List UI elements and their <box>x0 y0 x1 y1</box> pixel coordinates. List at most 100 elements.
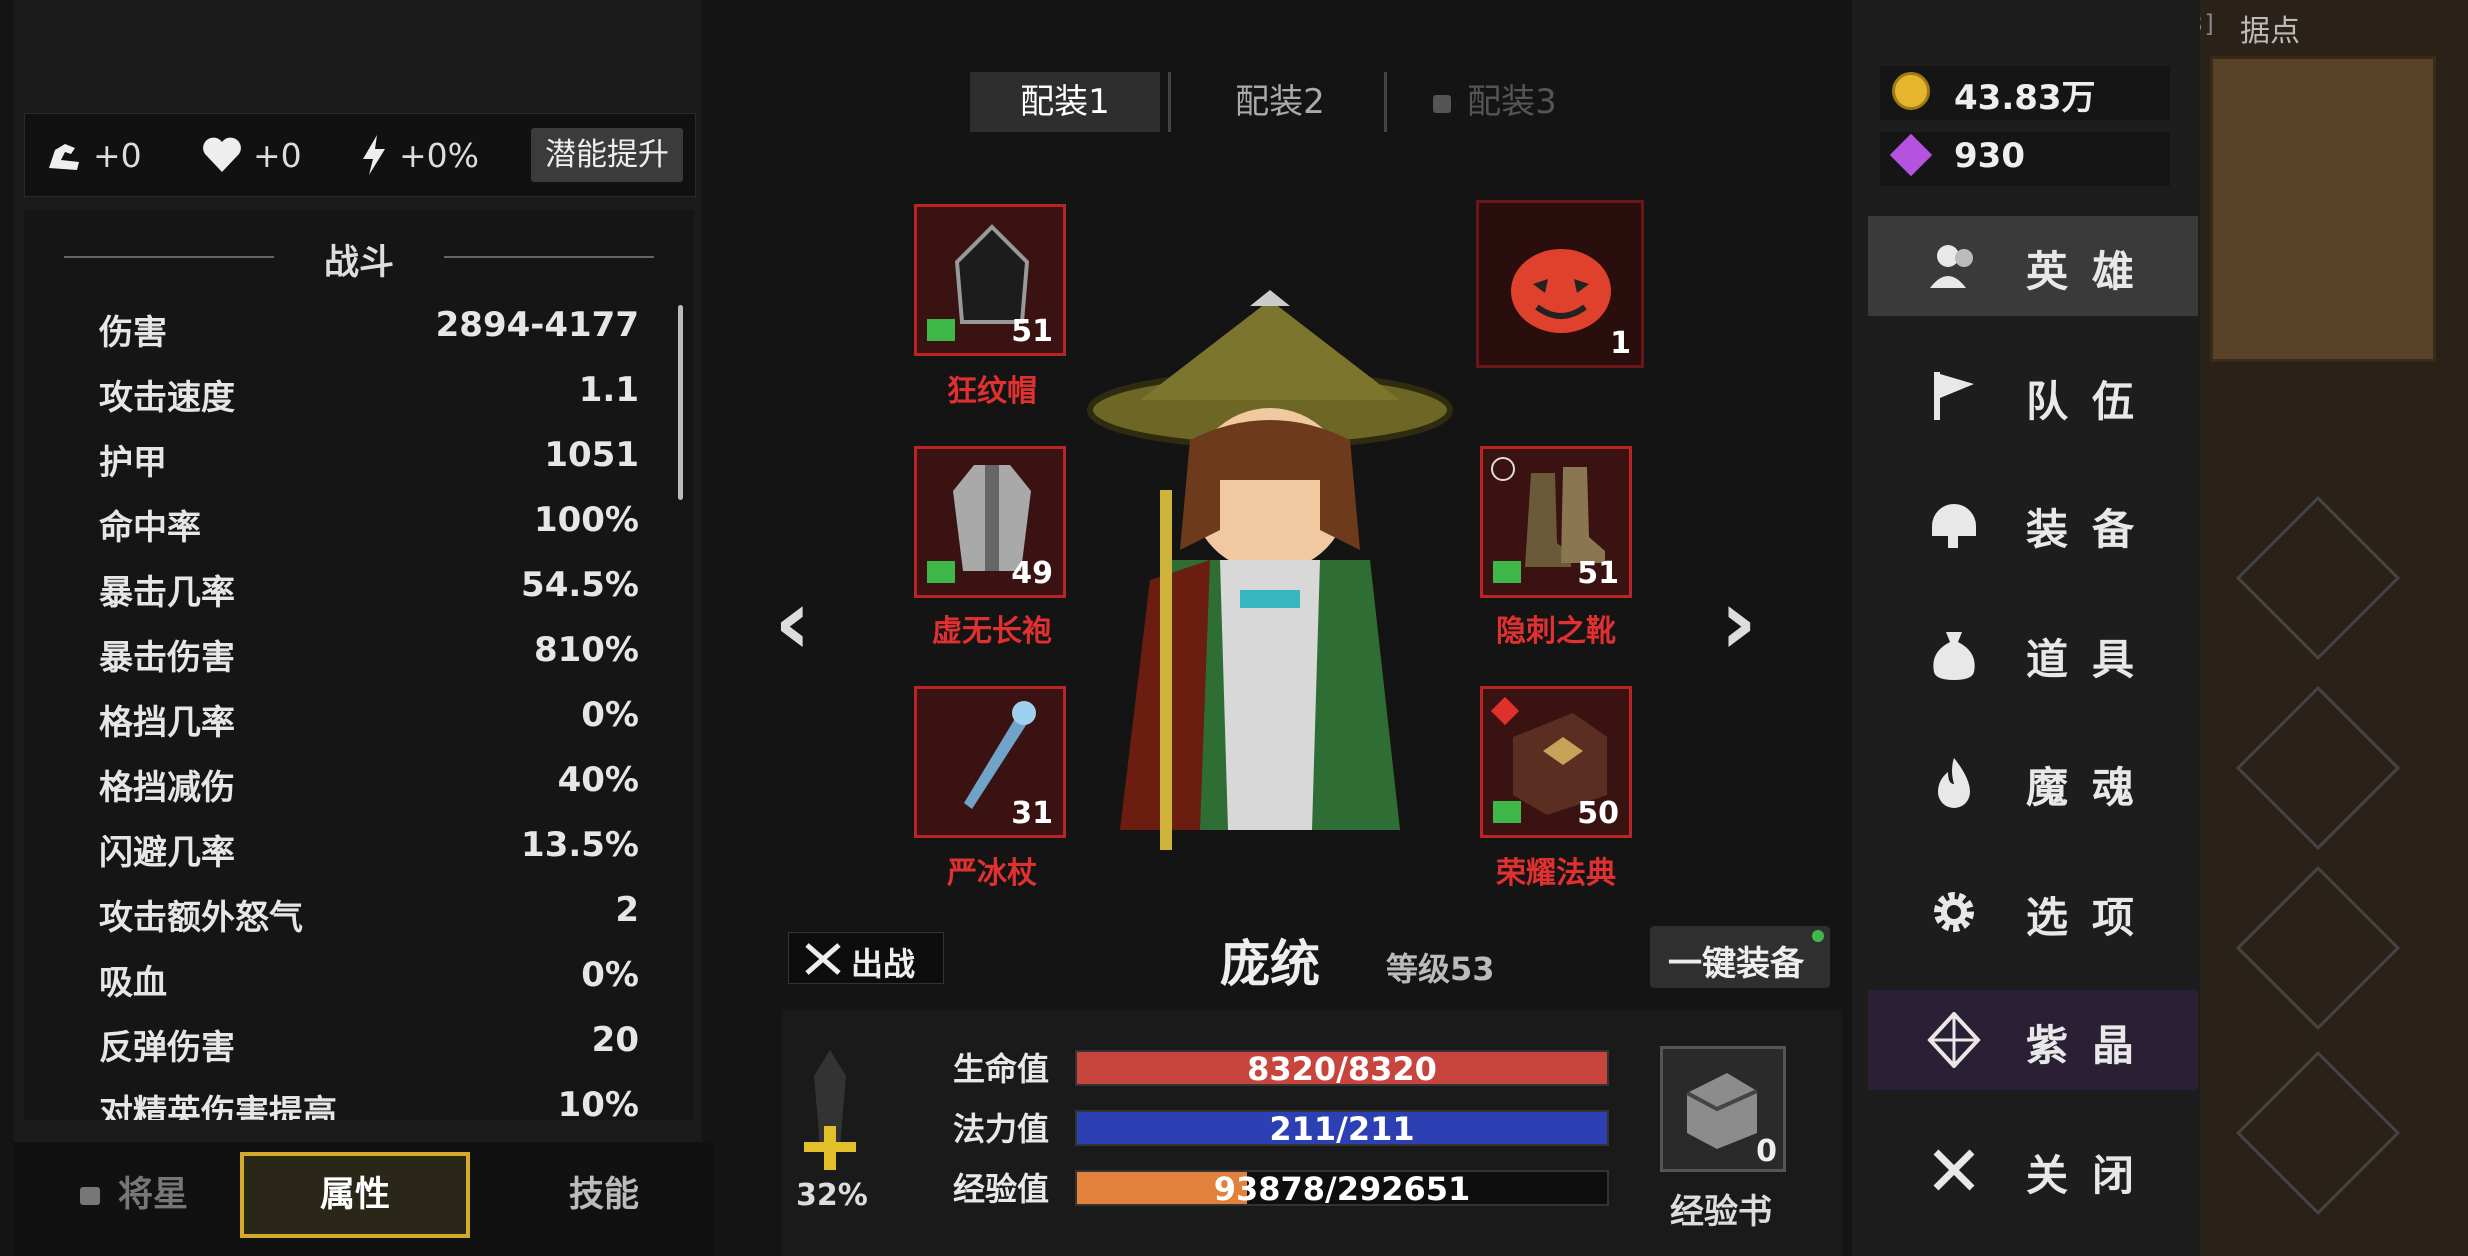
menu-amethyst[interactable]: 紫晶 <box>1868 990 2198 1090</box>
hero-side-icon[interactable] <box>2235 685 2401 851</box>
stats-scrollbar[interactable] <box>678 305 683 500</box>
pumpkin-pet-icon <box>1511 249 1611 333</box>
staff-name: 严冰杖 <box>947 856 1037 891</box>
menu-team[interactable]: 队伍 <box>1868 346 2198 446</box>
scroll-side-icon[interactable] <box>2235 495 2401 661</box>
staff-slot[interactable]: 31 <box>914 686 1066 838</box>
stat-value: 2894-4177 <box>435 305 639 345</box>
menu-amethyst-label: 紫晶 <box>2026 1021 2159 1070</box>
tab-attributes-label: 属性 <box>319 1175 390 1215</box>
menu-items[interactable]: 道具 <box>1868 604 2198 704</box>
menu-team-label: 队伍 <box>2026 377 2159 426</box>
deploy-badge[interactable]: 出战 <box>788 932 944 984</box>
book-badge-icon <box>927 561 955 583</box>
stat-label: 攻击额外怒气 <box>99 898 303 938</box>
loadout-divider <box>1384 72 1387 132</box>
sword-percent: 32% <box>796 1178 868 1213</box>
stat-value: 0% <box>581 955 639 995</box>
title-divider-right <box>444 256 654 258</box>
menu-soul[interactable]: 魔魂 <box>1868 732 2198 832</box>
lock-icon <box>1433 94 1452 113</box>
menu-equipment[interactable]: 装备 <box>1868 474 2198 574</box>
menu-options-label: 选项 <box>2026 893 2159 942</box>
map-minimap[interactable] <box>2210 56 2436 362</box>
stat-value: 0% <box>581 695 639 735</box>
mp-label: 法力值 <box>953 1110 1050 1148</box>
pet-slot[interactable]: 1 <box>1476 200 1644 368</box>
hat-slot[interactable]: 51 <box>914 204 1066 356</box>
notification-dot <box>1812 930 1824 942</box>
lightning-icon <box>363 135 385 175</box>
prev-hero-arrow[interactable]: ‹ <box>774 570 811 675</box>
pouch-icon <box>1933 632 1975 680</box>
stat-value: 10% <box>557 1085 639 1120</box>
auto-equip-button[interactable]: 一键装备 <box>1650 926 1830 988</box>
menu-equipment-label: 装备 <box>2026 505 2159 554</box>
gold-amount: 43.83万 <box>1954 78 2096 118</box>
stat-value: 2 <box>615 890 639 930</box>
hp-bar: 8320/8320 <box>1075 1050 1609 1088</box>
tab-skills-label: 技能 <box>568 1175 639 1215</box>
tab-general-star[interactable]: 将星 <box>34 1152 234 1238</box>
health-bonus-value: +0 <box>253 135 302 175</box>
book-badge-icon <box>1493 561 1521 583</box>
tab-loadout-1-label: 配装1 <box>1020 82 1110 122</box>
strength-bonus-value: +0 <box>93 135 142 175</box>
xp-label: 经验值 <box>953 1170 1050 1208</box>
tab-attributes[interactable]: 属性 <box>240 1152 470 1238</box>
book-name: 荣耀法典 <box>1496 856 1616 891</box>
menu-soul-label: 魔魂 <box>2026 763 2159 812</box>
tab-loadout-2[interactable]: 配装2 <box>1180 72 1380 132</box>
deploy-label: 出战 <box>851 945 916 983</box>
hero-menu-icon <box>1930 245 1973 288</box>
hp-label: 生命值 <box>953 1050 1050 1088</box>
boots-slot[interactable]: 51 <box>1480 446 1632 598</box>
potential-upgrade-button[interactable]: 潜能提升 <box>531 128 683 182</box>
energy-bonus-value: +0% <box>399 135 480 175</box>
stat-label: 暴击伤害 <box>99 638 235 678</box>
robe-slot[interactable]: 49 <box>914 446 1066 598</box>
stat-value: 40% <box>557 760 639 800</box>
stat-value: 1051 <box>544 435 639 475</box>
boots-name: 隐刺之靴 <box>1496 614 1616 649</box>
menu-items-label: 道具 <box>2026 635 2159 684</box>
tab-loadout-1[interactable]: 配装1 <box>970 72 1160 132</box>
stat-row: 暴击伤害 810% <box>99 630 639 680</box>
battle-section-title: 战斗 <box>323 243 394 283</box>
menu-close[interactable]: 关闭 <box>1868 1120 2198 1220</box>
xp-text: 93878/292651 <box>1213 1170 1471 1208</box>
hat-level: 51 <box>1011 314 1053 349</box>
crossed-swords-icon <box>805 943 841 975</box>
potion-side-icon[interactable] <box>2235 865 2401 1031</box>
tab-loadout-3[interactable]: 配装3 <box>1395 72 1595 132</box>
stat-value: 54.5% <box>521 565 639 605</box>
list-side-icon[interactable] <box>2235 1050 2401 1216</box>
staff-level: 31 <box>1011 796 1053 831</box>
stat-label: 护甲 <box>99 443 167 483</box>
gold-coin-icon <box>1892 72 1930 110</box>
stat-row: 格挡几率 0% <box>99 695 639 745</box>
menu-options[interactable]: 选项 <box>1868 862 2198 962</box>
stat-value: 810% <box>533 630 639 670</box>
next-hero-arrow[interactable]: › <box>1720 570 1757 675</box>
menu-hero[interactable]: 英雄 <box>1868 216 2198 316</box>
tab-skills[interactable]: 技能 <box>504 1152 704 1238</box>
book-slot[interactable]: 50 <box>1480 686 1632 838</box>
strength-bonus: +0 <box>45 114 142 196</box>
xp-bar: 93878/292651 <box>1075 1170 1609 1208</box>
lock-icon <box>79 1187 100 1205</box>
stats-panel: 战斗 伤害 2894-4177 攻击速度 1.1 护甲 1051 命中率 100% 暴击… <box>24 210 694 1120</box>
hero-portrait[interactable] <box>1080 290 1460 870</box>
boots-level: 51 <box>1577 556 1619 591</box>
flame-icon <box>1938 758 1970 808</box>
stat-label: 吸血 <box>99 963 167 1003</box>
robe-name: 虚无长袍 <box>932 614 1052 649</box>
map-tab-label[interactable]: 据点 <box>2240 6 2300 50</box>
stat-row: 伤害 2894-4177 <box>99 305 639 355</box>
book-badge-icon <box>1493 801 1521 823</box>
stat-row: 攻击额外怒气 2 <box>99 890 639 940</box>
sword-icon <box>804 1050 856 1170</box>
stat-row: 闪避几率 13.5% <box>99 825 639 875</box>
exp-book-button[interactable]: 0 <box>1660 1046 1786 1172</box>
stat-label: 格挡减伤 <box>99 768 235 808</box>
